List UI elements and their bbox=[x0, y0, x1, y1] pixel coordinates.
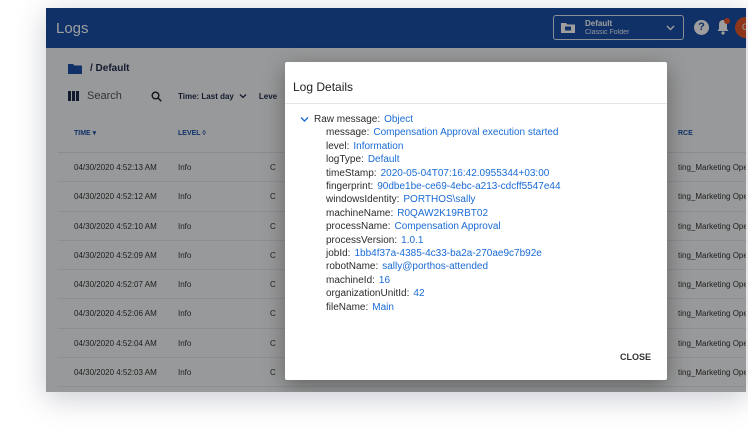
field-key: fingerprint: bbox=[326, 181, 374, 193]
field-value: Information bbox=[353, 140, 404, 152]
field-row: processVersion: 1.0.1 bbox=[300, 234, 561, 247]
field-key: fileName: bbox=[326, 301, 369, 313]
field-row: fingerprint: 90dbe1be-ce69-4ebc-a213-cdcf… bbox=[300, 180, 561, 193]
field-key: machineId: bbox=[326, 274, 375, 286]
field-row: windowsIdentity: PORTHOS\sally bbox=[300, 193, 561, 206]
raw-message-fields: message: Compensation Approval execution … bbox=[300, 126, 561, 314]
raw-message-type: Object bbox=[384, 114, 414, 125]
orchestrator-app: Logs Default Classic Folder ? G / Defaul… bbox=[46, 8, 746, 392]
field-key: organizationUnitId: bbox=[326, 288, 410, 300]
field-row: jobId: 1bb4f37a-4385-4c33-ba2a-270ae9c7b9… bbox=[300, 247, 561, 260]
raw-message-key: Raw message: bbox=[314, 114, 381, 125]
field-key: processVersion: bbox=[326, 234, 398, 246]
field-value: Compensation Approval bbox=[394, 221, 501, 233]
field-row: machineId: 16 bbox=[300, 274, 561, 287]
field-key: windowsIdentity: bbox=[326, 194, 400, 206]
field-key: robotName: bbox=[326, 261, 379, 273]
dialog-title: Log Details bbox=[293, 80, 354, 94]
divider bbox=[285, 103, 667, 104]
field-row: timeStamp: 2020-05-04T07:16:42.0955344+03… bbox=[300, 167, 561, 180]
field-value: Main bbox=[372, 301, 394, 313]
field-value: R0QAW2K19RBT02 bbox=[397, 207, 489, 219]
field-value: 1bb4f37a-4385-4c33-ba2a-270ae9c7b92e bbox=[354, 248, 542, 260]
field-key: message: bbox=[326, 127, 370, 139]
app-window: Logs Default Classic Folder ? G / Defaul… bbox=[46, 8, 746, 392]
field-key: logType: bbox=[326, 154, 364, 166]
field-key: machineName: bbox=[326, 207, 394, 219]
field-value: 90dbe1be-ce69-4ebc-a213-cdcff5547e44 bbox=[377, 181, 561, 193]
field-row: logType: Default bbox=[300, 153, 561, 166]
field-key: timeStamp: bbox=[326, 167, 377, 179]
log-details-dialog: Log Details Raw message: Object message:… bbox=[285, 62, 667, 380]
field-value: 2020-05-04T07:16:42.0955344+03:00 bbox=[380, 167, 550, 179]
field-key: level: bbox=[326, 140, 350, 152]
field-value: Default bbox=[367, 154, 400, 166]
raw-message-tree: Raw message: Object message: Compensation… bbox=[300, 113, 561, 314]
field-value: Compensation Approval execution started bbox=[373, 127, 559, 139]
field-row: level: Information bbox=[300, 140, 561, 153]
field-value: 42 bbox=[413, 288, 425, 300]
field-row: machineName: R0QAW2K19RBT02 bbox=[300, 207, 561, 220]
field-row: fileName: Main bbox=[300, 301, 561, 314]
raw-message-node[interactable]: Raw message: Object bbox=[300, 113, 561, 126]
field-row: processName: Compensation Approval bbox=[300, 220, 561, 233]
close-button[interactable]: CLOSE bbox=[620, 352, 651, 362]
field-value: 16 bbox=[378, 274, 391, 286]
chevron-down-icon[interactable] bbox=[300, 115, 309, 124]
field-key: jobId: bbox=[326, 248, 351, 260]
field-value: PORTHOS\sally bbox=[403, 194, 476, 206]
field-row: robotName: sally@porthos-attended bbox=[300, 260, 561, 273]
field-value: 1.0.1 bbox=[401, 234, 424, 246]
field-value: sally@porthos-attended bbox=[382, 261, 489, 273]
field-key: processName: bbox=[326, 221, 391, 233]
field-row: organizationUnitId: 42 bbox=[300, 287, 561, 300]
field-row: message: Compensation Approval execution … bbox=[300, 126, 561, 139]
